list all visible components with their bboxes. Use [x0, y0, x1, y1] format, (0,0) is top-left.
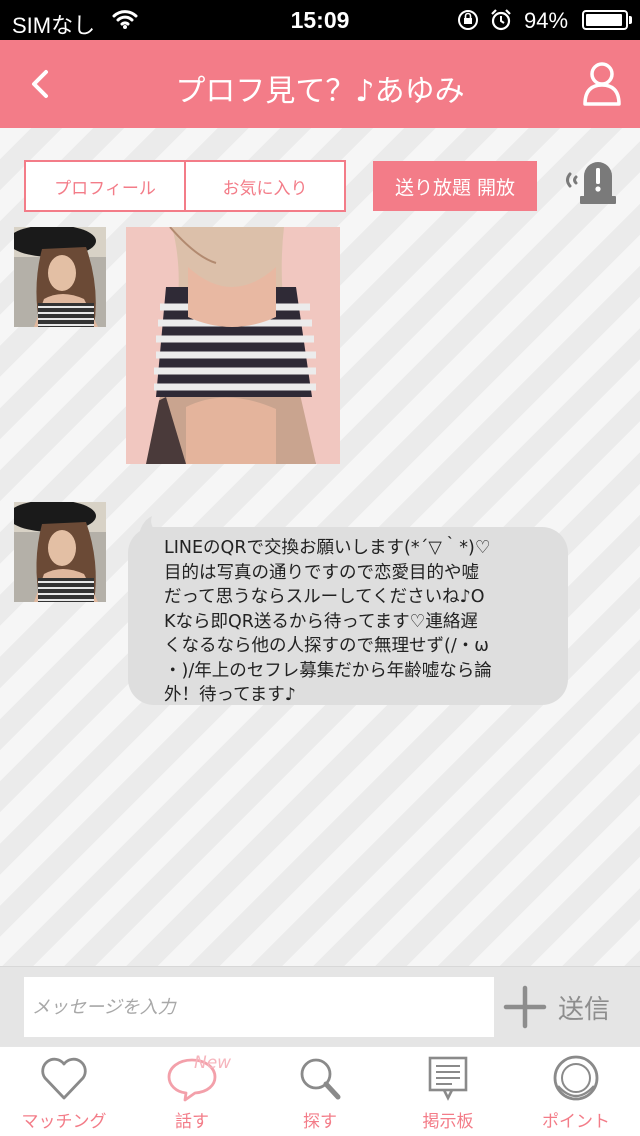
tab-matching[interactable]: マッチング	[0, 1047, 128, 1136]
page-title: プロフ見て？♪あゆみ	[175, 74, 465, 109]
battery-percentage: 94%	[524, 8, 569, 33]
plus-icon[interactable]	[502, 984, 548, 1030]
send-button[interactable]: 送信	[558, 989, 610, 1026]
tab-bar: マッチング New 話す 探す 掲示板 ポイント	[0, 1046, 640, 1136]
tab-label: 探す	[303, 1112, 337, 1132]
message-bubble[interactable]: LINEのQRで交換お願いします(*´▽｀*)♡ 目的は写真の通りですので恋愛目…	[128, 527, 568, 705]
message-input[interactable]	[24, 977, 494, 1037]
carrier-label: SIMなし	[12, 13, 96, 38]
message-photo[interactable]	[126, 227, 340, 464]
battery-icon	[582, 10, 632, 30]
chevron-left-icon[interactable]	[22, 64, 58, 104]
status-bar: SIMなし 15:09 94%	[0, 0, 640, 40]
board-icon	[428, 1056, 468, 1101]
alert-siren-icon[interactable]	[562, 156, 620, 210]
composer: 送信	[0, 966, 640, 1046]
rotation-lock-icon	[458, 10, 478, 30]
tab-points[interactable]: ポイント	[512, 1047, 640, 1136]
message-text: LINEのQRで交換お願いします(*´▽｀*)♡ 目的は写真の通りですので恋愛目…	[164, 538, 492, 705]
tab-favorite[interactable]: お気に入り	[184, 162, 344, 210]
search-icon	[300, 1058, 341, 1100]
tab-label: ポイント	[542, 1112, 610, 1132]
nav-bar: プロフ見て？♪あゆみ	[0, 40, 640, 128]
profile-tabs: プロフィール お気に入り	[24, 160, 346, 212]
battery-fill	[586, 14, 622, 26]
tab-board[interactable]: 掲示板	[384, 1047, 512, 1136]
person-outline-icon[interactable]	[580, 60, 624, 108]
unlimited-send-button[interactable]: 送り放題 開放	[373, 161, 537, 211]
tab-talk[interactable]: New 話す	[128, 1047, 256, 1136]
sender-avatar[interactable]	[14, 502, 106, 602]
sender-avatar[interactable]	[14, 227, 106, 327]
coin-icon	[553, 1055, 599, 1101]
new-badge: New	[194, 1053, 232, 1073]
tab-search[interactable]: 探す	[256, 1047, 384, 1136]
wifi-icon	[112, 10, 138, 29]
alarm-icon	[491, 9, 511, 31]
tab-label: マッチング	[21, 1112, 107, 1132]
tab-label: 話す	[175, 1112, 209, 1132]
heart-icon	[41, 1057, 87, 1100]
tab-profile[interactable]: プロフィール	[26, 162, 184, 210]
tab-label: 掲示板	[422, 1112, 474, 1132]
